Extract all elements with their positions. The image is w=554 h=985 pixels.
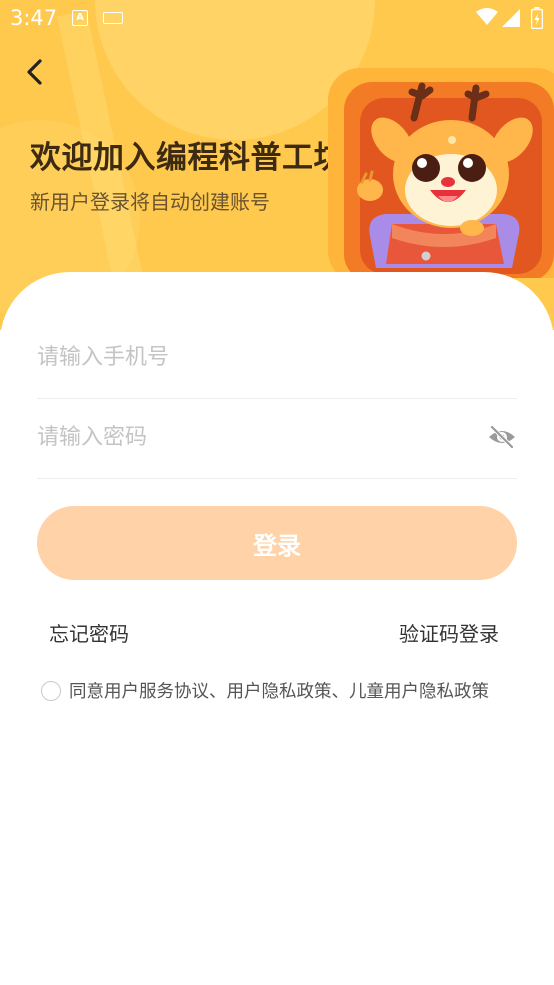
forgot-password-link[interactable]: 忘记密码 [49,618,129,647]
cellular-icon [502,9,520,27]
keyboard-icon [103,12,123,24]
agreement-radio[interactable] [41,680,61,701]
sms-login-link[interactable]: 验证码登录 [399,618,499,647]
page-title: 欢迎加入编程科普工坊 [30,140,345,176]
status-time: 3:47 [10,6,58,30]
deer-mascot-illustration [328,68,554,278]
agreement-row: 同意用户服务协议、用户隐私政策、儿童用户隐私政策 [41,678,489,703]
password-input[interactable] [37,398,467,476]
battery-icon [531,7,543,29]
phone-input[interactable] [37,318,467,396]
phone-field [37,318,517,399]
status-bar: 3:47 A [0,0,554,38]
agreement-text[interactable]: 同意用户服务协议、用户隐私政策、儿童用户隐私政策 [69,678,489,703]
eye-off-icon[interactable] [487,424,517,450]
page-subtitle: 新用户登录将自动创建账号 [30,190,270,214]
login-button[interactable]: 登录 [37,506,517,580]
back-arrow-icon[interactable] [20,56,52,88]
wifi-icon [476,8,498,25]
app-notification-icon: A [72,10,88,26]
password-field [37,398,517,479]
